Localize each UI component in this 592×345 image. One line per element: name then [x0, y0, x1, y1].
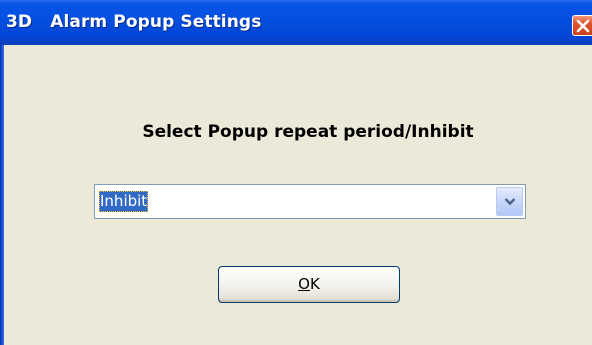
close-button[interactable] — [572, 15, 592, 36]
close-icon — [576, 19, 590, 33]
dropdown-arrow-button[interactable] — [496, 187, 523, 216]
repeat-period-label: Select Popup repeat period/Inhibit — [142, 122, 474, 142]
ok-button[interactable]: OK — [218, 266, 400, 303]
ok-button-label: K — [309, 275, 320, 293]
window-title: 3D Alarm Popup Settings — [6, 12, 262, 32]
window-frame-left — [0, 45, 4, 345]
chevron-down-icon — [504, 198, 516, 206]
alarm-popup-settings-dialog: 3D Alarm Popup Settings Select Popup rep… — [0, 0, 592, 345]
repeat-period-dropdown[interactable]: Inhibit — [94, 184, 526, 219]
ok-button-mnemonic: O — [298, 275, 310, 293]
dropdown-selected-value: Inhibit — [99, 191, 149, 212]
title-bar[interactable]: 3D Alarm Popup Settings — [0, 0, 592, 45]
